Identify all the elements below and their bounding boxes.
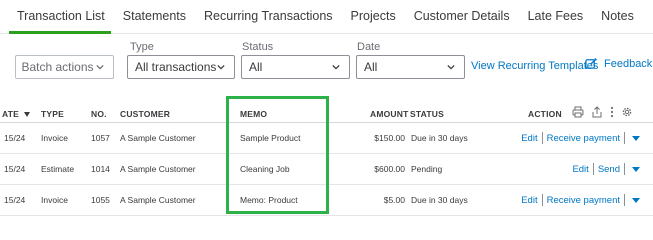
table-row[interactable]: 15/24 Estimate 1014 A Sample Customer Cl… <box>0 154 653 185</box>
print-icon[interactable] <box>572 106 584 118</box>
row-type: Invoice <box>41 195 68 205</box>
date-filter-select[interactable]: All <box>356 55 465 79</box>
row-memo: Sample Product <box>240 133 301 143</box>
type-filter-value: All transactions <box>135 60 217 74</box>
row-no: 1014 <box>91 164 110 174</box>
send-link[interactable]: Send <box>598 164 620 175</box>
row-customer: A Sample Customer <box>120 133 196 143</box>
row-amount: $600.00 <box>374 164 405 174</box>
row-actions: Edit Receive payment <box>521 194 640 206</box>
chevron-down-icon <box>447 64 455 70</box>
batch-actions-label: Batch actions <box>21 60 94 74</box>
row-no: 1057 <box>91 133 110 143</box>
export-icon[interactable] <box>591 106 603 118</box>
divider <box>541 194 543 206</box>
row-type: Estimate <box>41 164 75 174</box>
column-header-action: ACTION <box>528 109 562 119</box>
column-header-amount[interactable]: AMOUNT <box>370 109 409 119</box>
row-date: 15/24 <box>4 195 26 205</box>
divider <box>592 163 594 175</box>
tab-bar: Transaction List Statements Recurring Tr… <box>0 0 653 34</box>
date-filter-label: Date <box>357 41 381 53</box>
tab-transaction-list[interactable]: Transaction List <box>0 9 114 34</box>
divider <box>624 163 625 175</box>
table-header: ATE TYPE NO. CUSTOMER MEMO AMOUNT STATUS… <box>0 104 653 123</box>
edit-link[interactable]: Edit <box>572 164 588 175</box>
batch-actions-dropdown[interactable]: Batch actions <box>15 55 114 79</box>
more-icon[interactable] <box>610 106 614 118</box>
status-filter-value: All <box>249 60 263 74</box>
divider <box>541 132 543 144</box>
divider <box>624 132 625 144</box>
column-header-type[interactable]: TYPE <box>41 109 64 119</box>
feedback-icon <box>585 57 598 69</box>
type-filter-label: Type <box>130 41 154 53</box>
feedback-button[interactable]: Feedback <box>585 57 652 70</box>
view-recurring-templates-link[interactable]: View Recurring Templates <box>471 60 598 72</box>
tab-customer-details[interactable]: Customer Details <box>405 9 519 33</box>
column-header-customer[interactable]: CUSTOMER <box>120 109 170 119</box>
row-actions: Edit Receive payment <box>521 132 640 144</box>
chevron-down-icon <box>96 64 104 70</box>
column-header-no[interactable]: NO. <box>91 109 107 119</box>
column-header-date-label: ATE <box>2 109 19 119</box>
caret-down-icon[interactable] <box>632 135 640 141</box>
row-customer: A Sample Customer <box>120 195 196 205</box>
row-amount: $150.00 <box>374 133 405 143</box>
edit-link[interactable]: Edit <box>521 133 537 144</box>
row-amount: $5.00 <box>383 195 405 205</box>
row-date: 15/24 <box>4 164 26 174</box>
row-status: Due in 30 days <box>411 195 468 205</box>
column-header-date[interactable]: ATE <box>2 109 30 119</box>
chevron-down-icon <box>217 64 225 70</box>
receive-payment-link[interactable]: Receive payment <box>547 133 620 144</box>
row-memo: Memo: Product <box>240 195 298 205</box>
divider <box>624 194 625 206</box>
column-header-memo[interactable]: MEMO <box>240 109 267 119</box>
tab-notes[interactable]: Notes <box>592 9 643 33</box>
tab-projects[interactable]: Projects <box>342 9 405 33</box>
caret-down-icon[interactable] <box>632 197 640 203</box>
column-header-status[interactable]: STATUS <box>410 109 444 119</box>
status-filter-select[interactable]: All <box>241 55 350 79</box>
row-actions: Edit Send <box>572 163 640 175</box>
chevron-down-icon <box>332 64 340 70</box>
row-type: Invoice <box>41 133 68 143</box>
status-filter-label: Status <box>242 41 274 53</box>
row-memo: Cleaning Job <box>240 164 290 174</box>
settings-icon[interactable] <box>621 106 633 118</box>
edit-link[interactable]: Edit <box>521 195 537 206</box>
row-no: 1055 <box>91 195 110 205</box>
row-status: Pending <box>411 164 443 174</box>
table-row[interactable]: 15/24 Invoice 1057 A Sample Customer Sam… <box>0 123 653 154</box>
receive-payment-link[interactable]: Receive payment <box>547 195 620 206</box>
caret-down-icon[interactable] <box>632 166 640 172</box>
feedback-label: Feedback <box>604 57 653 70</box>
type-filter-select[interactable]: All transactions <box>127 55 235 79</box>
date-filter-value: All <box>364 60 378 74</box>
table-toolbar <box>572 106 633 118</box>
row-customer: A Sample Customer <box>120 164 196 174</box>
row-date: 15/24 <box>4 133 26 143</box>
tab-late-fees[interactable]: Late Fees <box>519 9 593 33</box>
row-status: Due in 30 days <box>411 133 468 143</box>
sort-arrow-icon <box>23 112 30 117</box>
table-row[interactable]: 15/24 Invoice 1055 A Sample Customer Mem… <box>0 185 653 216</box>
tab-recurring-transactions[interactable]: Recurring Transactions <box>195 9 342 33</box>
tab-statements[interactable]: Statements <box>114 9 195 33</box>
